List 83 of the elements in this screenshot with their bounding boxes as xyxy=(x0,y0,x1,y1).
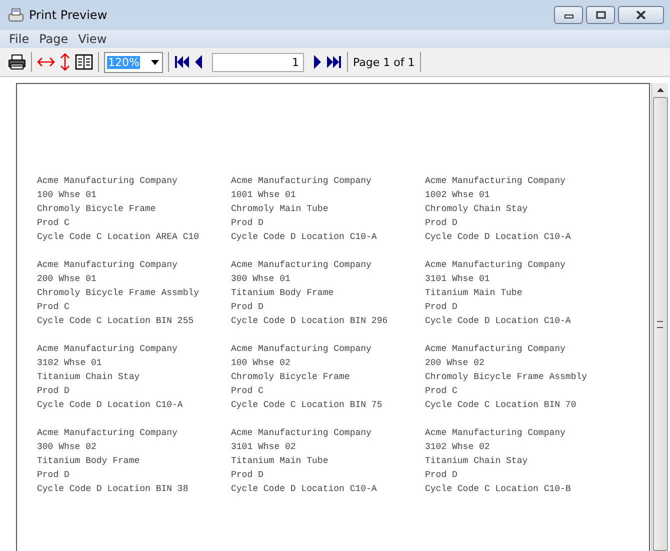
label-line: Chromoly Bicycle Frame xyxy=(37,203,157,216)
first-page-icon[interactable] xyxy=(174,55,190,69)
label-line: Acme Manufacturing Company xyxy=(37,427,178,440)
page-status: Page 1 of 1 xyxy=(353,56,415,68)
label-line: Titanium Main Tube xyxy=(231,455,330,468)
label-line: Acme Manufacturing Company xyxy=(37,259,178,272)
label-line: 300 Whse 01 xyxy=(231,273,292,286)
label-line: Titanium Body Frame xyxy=(231,287,335,300)
last-page-icon[interactable] xyxy=(326,55,342,69)
vertical-scrollbar[interactable] xyxy=(651,83,668,551)
scroll-up-icon[interactable] xyxy=(656,88,664,92)
label-line: Chromoly Chain Stay xyxy=(425,203,529,216)
label-line: Cycle Code C Location BIN 255 xyxy=(37,315,195,328)
label-line: Acme Manufacturing Company xyxy=(425,175,566,188)
next-page-icon[interactable] xyxy=(312,55,322,69)
menu-item[interactable]: View xyxy=(73,32,112,46)
minimize-button[interactable] xyxy=(554,6,583,24)
label-line: Prod D xyxy=(231,469,264,482)
label-line: Titanium Chain Stay xyxy=(425,455,529,468)
label-line: Chromoly Main Tube xyxy=(231,203,330,216)
label-line: Cycle Code C Location BIN 70 xyxy=(425,399,578,412)
maximize-icon xyxy=(596,11,606,19)
label-line: Chromoly Bicycle Frame xyxy=(231,371,351,384)
label-line: Titanium Body Frame xyxy=(37,455,141,468)
label-line: 1001 Whse 01 xyxy=(231,189,297,202)
label-line: Cycle Code C Location C10-B xyxy=(425,483,572,496)
menu-item[interactable]: File xyxy=(4,32,34,46)
label-line: 3102 Whse 02 xyxy=(425,441,491,454)
label-line: Prod C xyxy=(425,385,458,398)
label-line: Cycle Code D Location C10-A xyxy=(231,231,378,244)
label-line: Acme Manufacturing Company xyxy=(231,175,372,188)
label-line: Cycle Code D Location BIN 296 xyxy=(231,315,389,328)
two-page-icon[interactable] xyxy=(75,54,93,70)
label-line: 300 Whse 02 xyxy=(37,441,98,454)
label-line: 3102 Whse 01 xyxy=(37,357,103,370)
label-line: Prod D xyxy=(425,301,458,314)
label-line: Acme Manufacturing Company xyxy=(425,427,566,440)
label-line: Prod C xyxy=(37,301,70,314)
label-line: Acme Manufacturing Company xyxy=(231,343,372,356)
label-line: Prod D xyxy=(231,217,264,230)
close-icon xyxy=(636,11,646,19)
label-line: Prod C xyxy=(231,385,264,398)
label-line: Prod D xyxy=(231,301,264,314)
label-line: 200 Whse 02 xyxy=(425,357,486,370)
label-line: 1002 Whse 01 xyxy=(425,189,491,202)
window-title: Print Preview xyxy=(29,8,108,22)
label-line: Prod D xyxy=(37,385,70,398)
label-line: Cycle Code C Location AREA C10 xyxy=(37,231,200,244)
label-line: Acme Manufacturing Company xyxy=(231,259,372,272)
label-line: Acme Manufacturing Company xyxy=(231,427,372,440)
label-line: Acme Manufacturing Company xyxy=(37,175,178,188)
maximize-button[interactable] xyxy=(586,6,615,24)
fit-width-icon[interactable] xyxy=(37,56,55,68)
label-line: Acme Manufacturing Company xyxy=(37,343,178,356)
caret-icon xyxy=(151,60,159,64)
app-icon xyxy=(8,8,24,22)
label-line: Prod D xyxy=(37,469,70,482)
label-line: 200 Whse 01 xyxy=(37,273,98,286)
menu-item[interactable]: Page xyxy=(34,32,74,46)
label-line: Chromoly Bicycle Frame Assmbly xyxy=(37,287,200,300)
label-line: Acme Manufacturing Company xyxy=(425,259,566,272)
label-line: Cycle Code C Location BIN 75 xyxy=(231,399,384,412)
label-line: Prod D xyxy=(425,217,458,230)
label-line: 3101 Whse 01 xyxy=(425,273,491,286)
label-line: Cycle Code D Location C10-A xyxy=(231,483,378,496)
label-line: Prod C xyxy=(37,217,70,230)
label-line: 3101 Whse 02 xyxy=(231,441,297,454)
label-line: Cycle Code D Location C10-A xyxy=(425,231,572,244)
print-icon[interactable] xyxy=(8,54,26,70)
label-line: Cycle Code D Location C10-A xyxy=(37,399,184,412)
fit-height-icon[interactable] xyxy=(59,53,71,71)
label-line: 100 Whse 01 xyxy=(37,189,98,202)
label-line: Chromoly Bicycle Frame Assmbly xyxy=(425,371,588,384)
label-line: Prod D xyxy=(425,469,458,482)
label-line: Titanium Chain Stay xyxy=(37,371,141,384)
label-line: Cycle Code D Location C10-A xyxy=(425,315,572,328)
label-line: Acme Manufacturing Company xyxy=(425,343,566,356)
page-number-field[interactable]: 1 xyxy=(212,52,304,72)
close-button[interactable] xyxy=(618,6,664,24)
label-line: Cycle Code D Location BIN 38 xyxy=(37,483,190,496)
label-line: 100 Whse 02 xyxy=(231,357,292,370)
previous-page-icon[interactable] xyxy=(194,55,204,69)
label-line: Titanium Main Tube xyxy=(425,287,524,300)
